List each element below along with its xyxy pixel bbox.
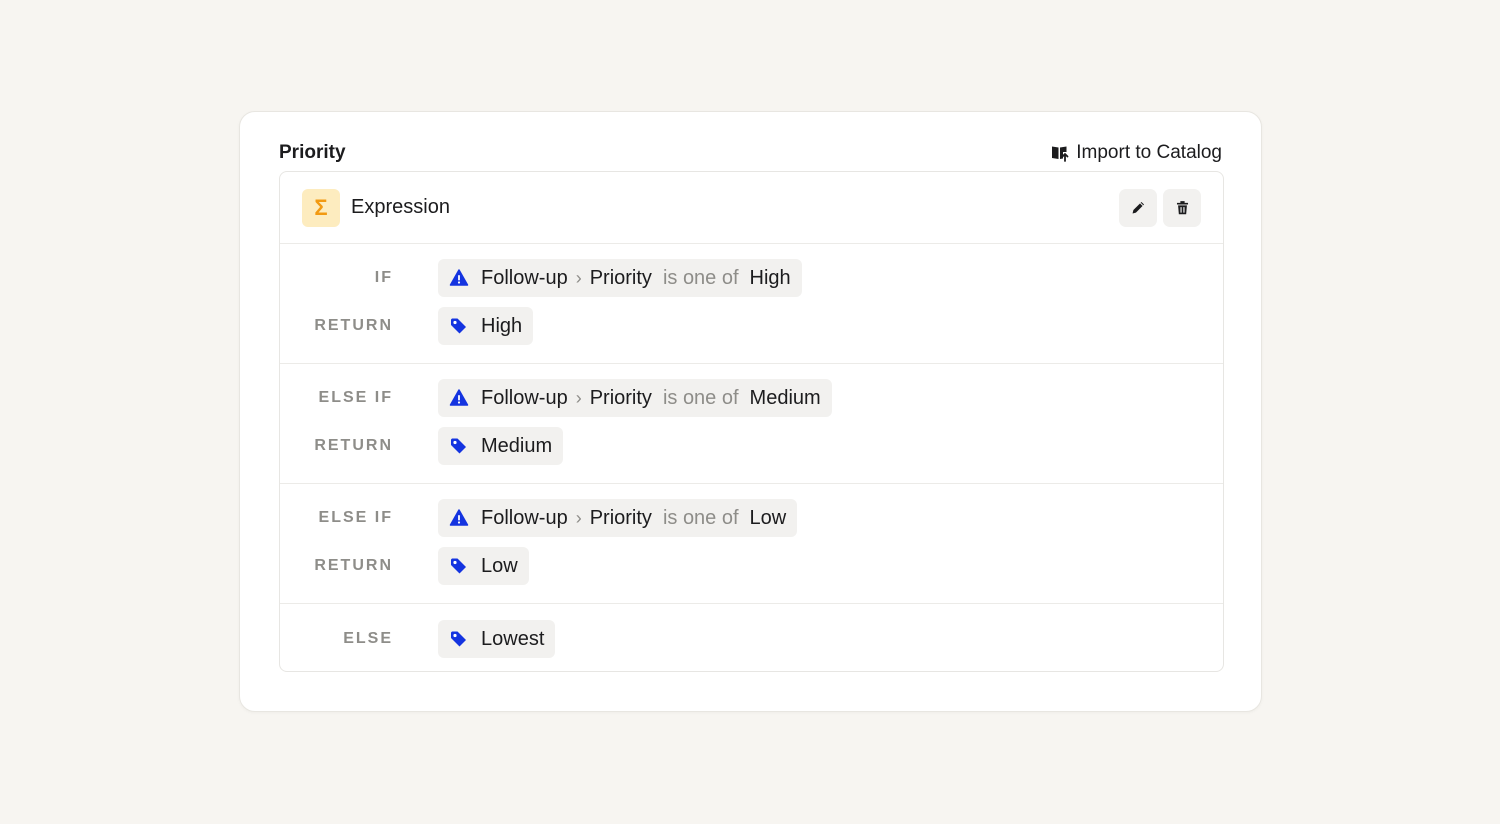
rule-block-else-if: ELSE IF Follow-up › Priority is one of L… [280,484,1223,604]
expression-title-group: Σ Expression [302,188,450,227]
condition-operator: is one of [662,386,739,409]
condition-operator: is one of [662,266,739,289]
book-import-icon [1052,146,1069,162]
keyword-label: RETURN [314,437,393,454]
edit-button[interactable] [1119,188,1157,227]
expression-panel: Σ Expression IF Follow-up › Priority is … [279,171,1224,672]
keyword-label: ELSE IF [318,509,393,526]
else-value-chip[interactable]: Lowest [438,620,556,658]
rule-block-else: ELSE Lowest [280,604,1223,671]
return-value: High [481,314,523,337]
warning-triangle-icon [449,269,469,286]
keyword-label: IF [374,269,393,286]
chevron-right-icon: › [575,507,582,528]
import-to-catalog-button[interactable]: Import to Catalog [1050,142,1222,164]
condition-chip[interactable]: Follow-up › Priority is one of Low [438,499,798,537]
keyword-label: ELSE [343,630,393,647]
condition-row: ELSE IF Follow-up › Priority is one of L… [280,499,1223,537]
condition-chip[interactable]: Follow-up › Priority is one of High [438,259,802,297]
pencil-icon [1132,201,1144,214]
condition-chip[interactable]: Follow-up › Priority is one of Medium [438,379,832,417]
condition-source: Follow-up [481,506,568,529]
keyword-label: RETURN [314,557,393,574]
rule-block-else-if: ELSE IF Follow-up › Priority is one of M… [280,364,1223,484]
import-label: Import to Catalog [1076,142,1222,163]
keyword-label: ELSE IF [318,389,393,406]
card-title: Priority [279,142,346,163]
return-row: RETURN Low [280,547,1223,585]
warning-triangle-icon [449,389,469,406]
condition-value: High [749,266,791,289]
condition-row: IF Follow-up › Priority is one of High [280,259,1223,297]
return-row: RETURN High [280,307,1223,345]
condition-value: Medium [749,386,821,409]
condition-value: Low [749,506,787,529]
delete-button[interactable] [1163,188,1201,227]
warning-triangle-icon [449,509,469,526]
return-value: Medium [481,434,553,457]
return-row: RETURN Medium [280,427,1223,465]
condition-field: Priority [589,506,652,529]
condition-row: ELSE IF Follow-up › Priority is one of M… [280,379,1223,417]
else-value: Lowest [481,627,545,650]
condition-source: Follow-up [481,386,568,409]
trash-icon [1176,201,1188,215]
tag-icon [451,558,466,574]
condition-operator: is one of [662,506,739,529]
expression-header: Σ Expression [280,172,1223,244]
else-row: ELSE Lowest [280,620,556,658]
return-value-chip[interactable]: Low [438,547,529,585]
condition-source: Follow-up [481,266,568,289]
sigma-icon: Σ [302,188,340,227]
card-header: Priority Import to Catalog [279,140,1222,166]
tag-icon [451,438,466,454]
expression-title: Expression [351,196,450,218]
priority-card: Priority Import to Catalog Σ Expression [239,111,1262,712]
rule-block-if: IF Follow-up › Priority is one of High R… [280,244,1223,364]
expression-actions [1119,188,1201,227]
return-value-chip[interactable]: High [438,307,534,345]
condition-field: Priority [589,386,652,409]
return-value-chip[interactable]: Medium [438,427,564,465]
return-value: Low [481,554,518,577]
tag-icon [451,631,466,647]
condition-field: Priority [589,266,652,289]
chevron-right-icon: › [575,267,582,288]
chevron-right-icon: › [575,387,582,408]
tag-icon [451,318,466,334]
keyword-label: RETURN [314,317,393,334]
